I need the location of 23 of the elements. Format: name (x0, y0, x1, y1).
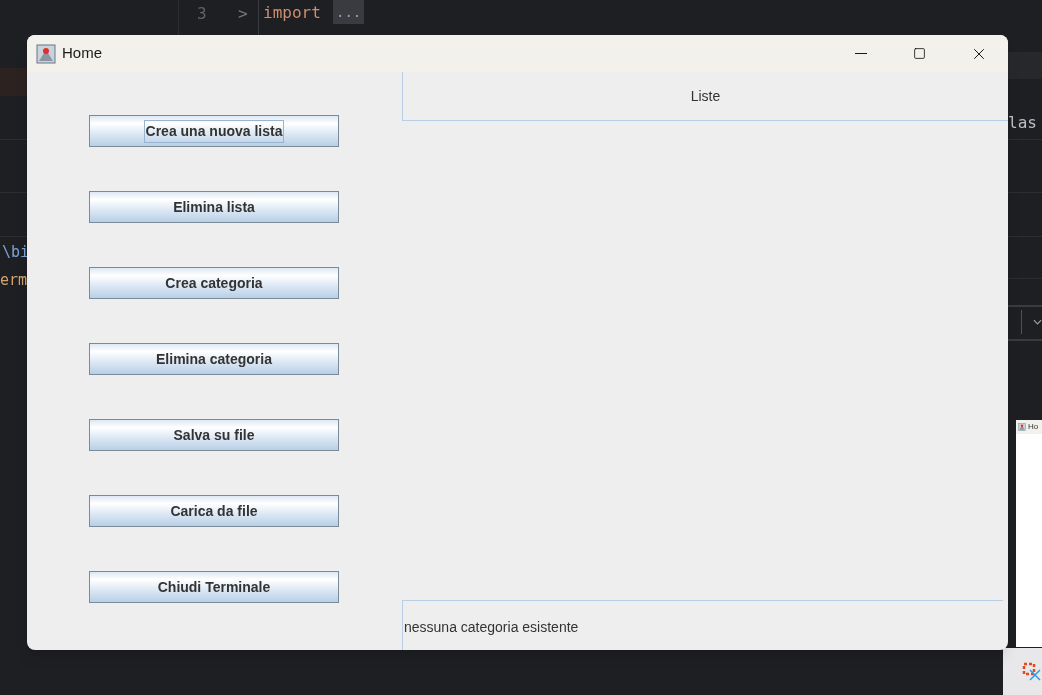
line-number: 3 (197, 3, 207, 25)
terminal-text: erm (0, 270, 27, 291)
snipping-tool-icon[interactable] (1022, 662, 1042, 682)
minimize-icon (854, 53, 867, 54)
fold-marker[interactable]: > (238, 2, 248, 26)
thumbnail-title: Ho (1028, 421, 1039, 433)
app-icon (1018, 423, 1026, 431)
maximize-icon (913, 47, 926, 60)
action-button[interactable]: Carica da file (89, 495, 339, 527)
code-text: las (1008, 112, 1037, 134)
action-button[interactable]: Salva su file (89, 419, 339, 451)
chevron-down-icon[interactable] (1033, 319, 1042, 325)
action-button[interactable]: Crea una nuova lista (89, 115, 339, 147)
action-button[interactable]: Elimina categoria (89, 343, 339, 375)
folded-code[interactable]: ... (333, 0, 365, 24)
status-label: nessuna categoria esistente (402, 600, 1003, 650)
code-keyword: import (263, 2, 321, 24)
app-icon (36, 43, 56, 64)
action-button[interactable]: Elimina lista (89, 191, 339, 223)
action-button[interactable]: Chiudi Terminale (89, 571, 339, 603)
list-header: Liste (402, 72, 1008, 121)
action-button[interactable]: Crea categoria (89, 267, 339, 299)
window-title: Home (62, 43, 102, 64)
